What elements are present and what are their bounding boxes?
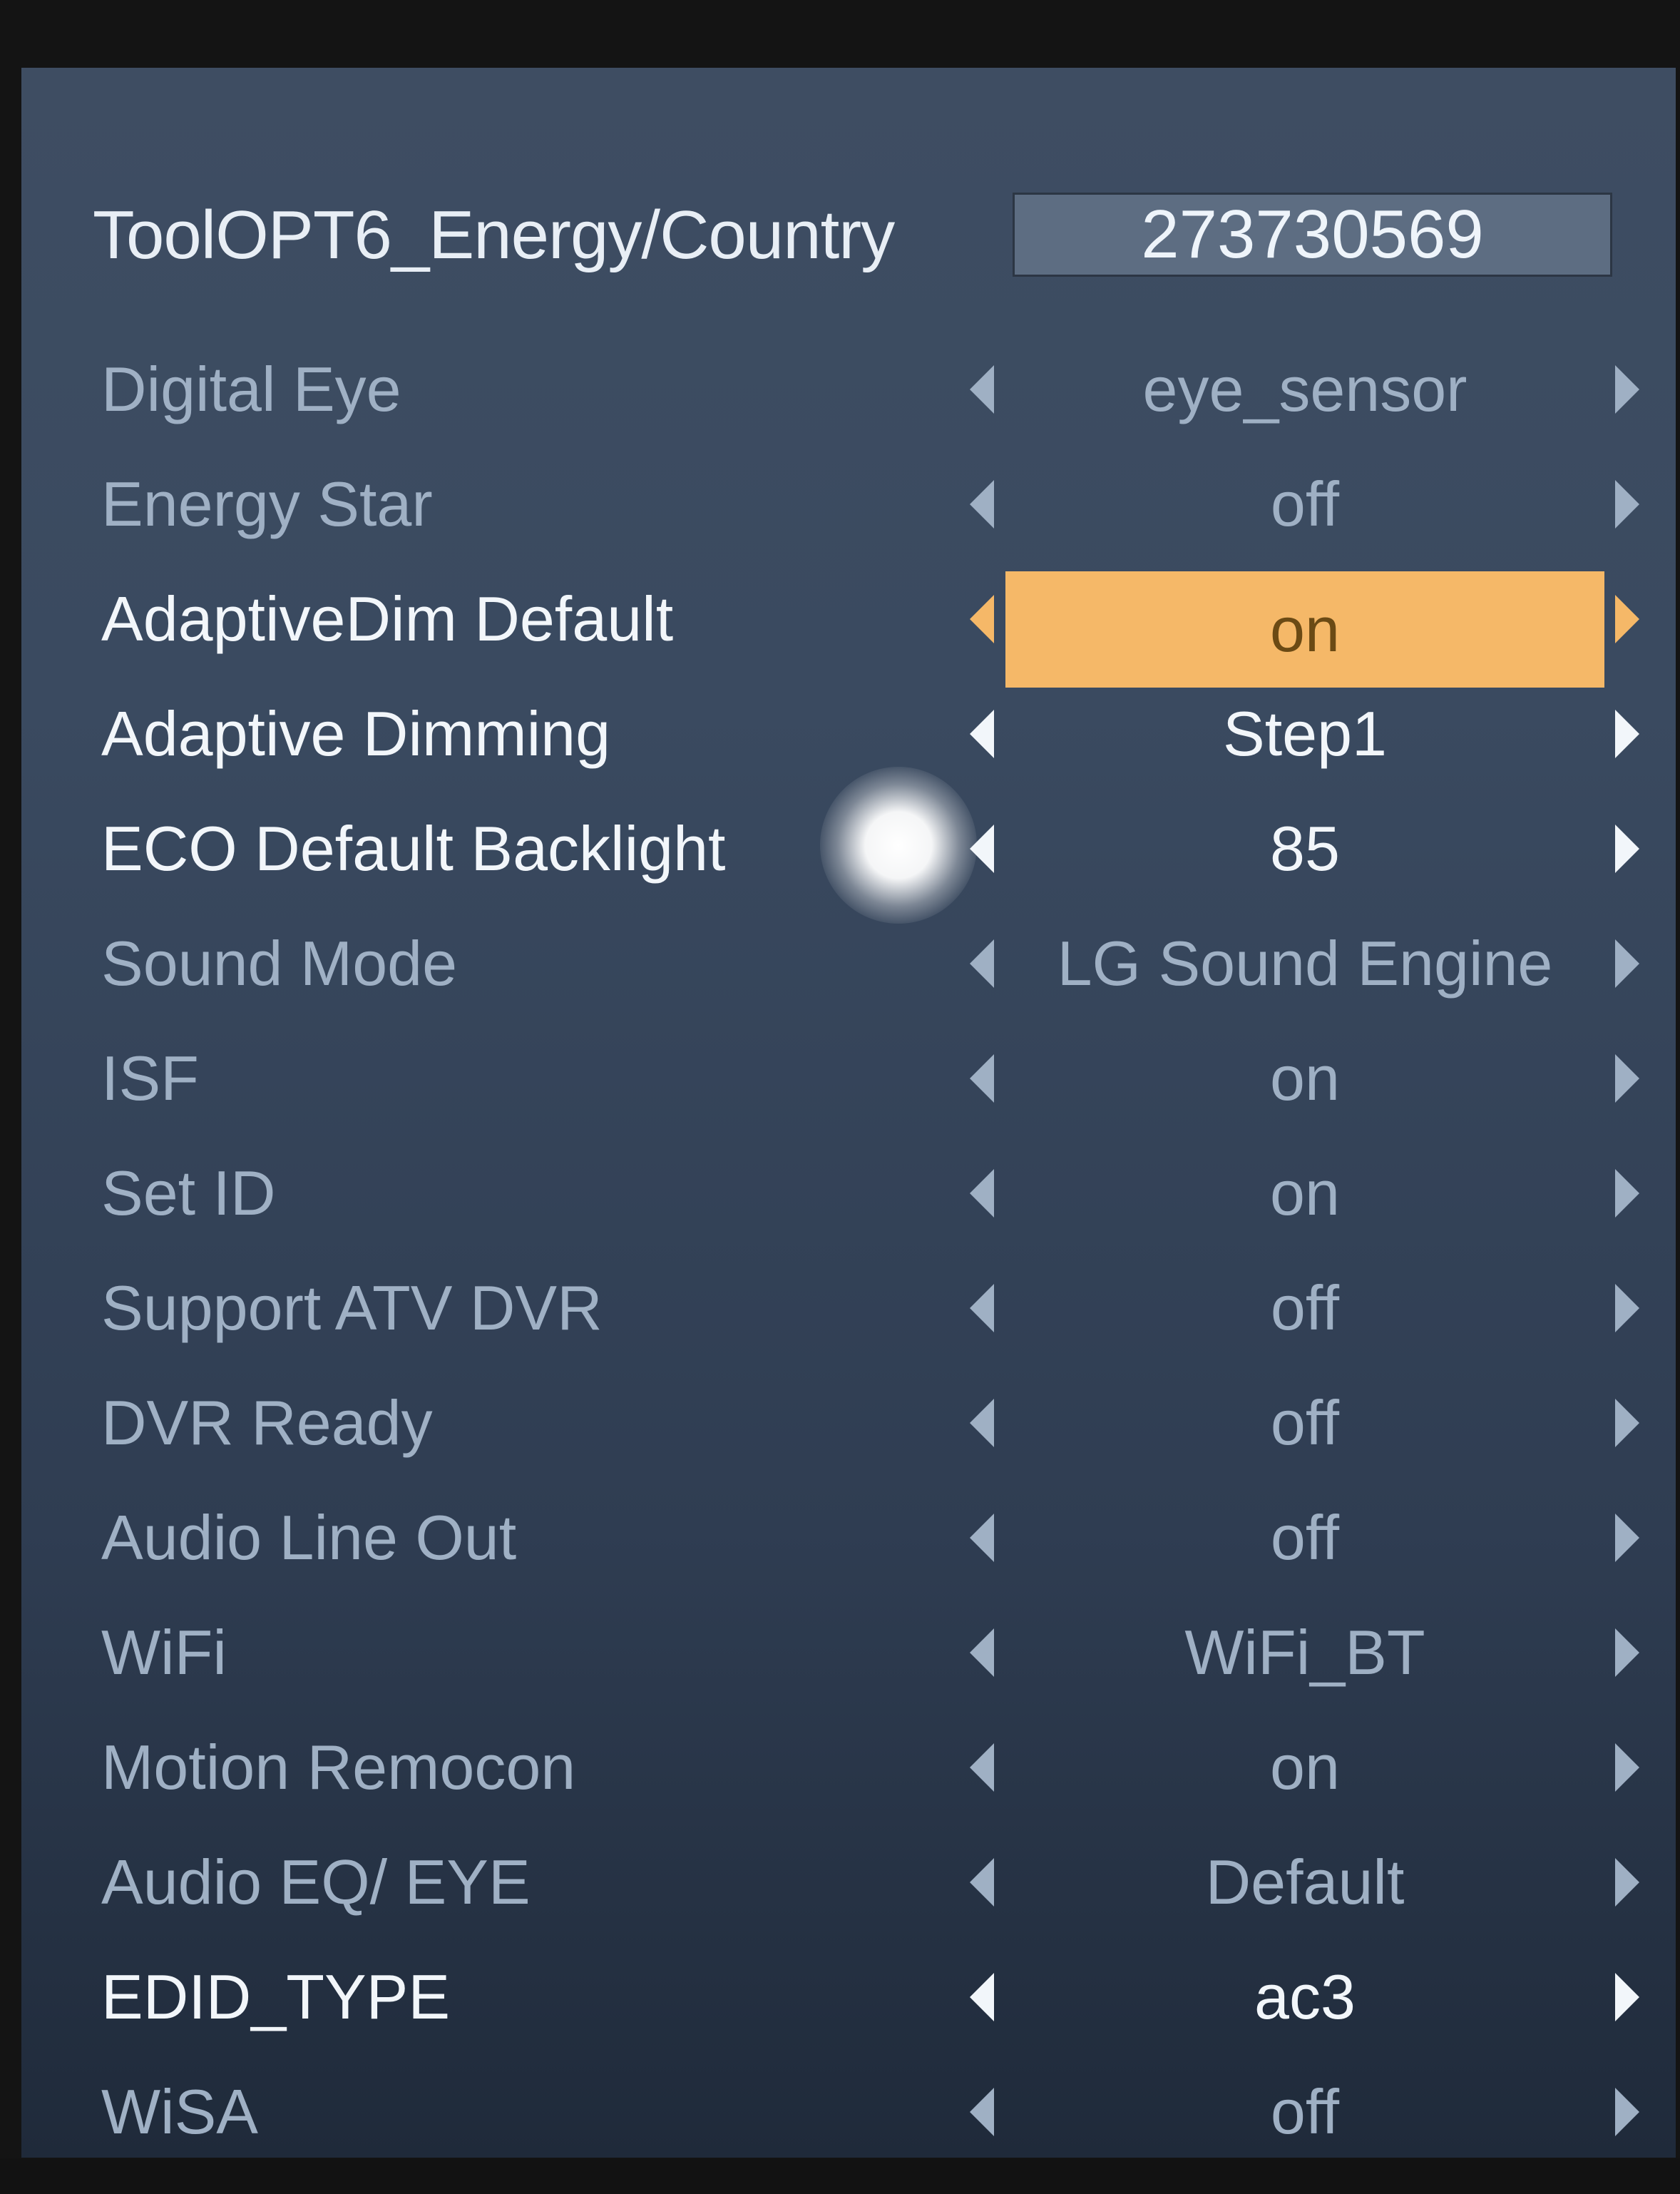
option-label: ECO Default Backlight bbox=[101, 813, 726, 884]
arrow-right-icon[interactable] bbox=[1615, 1168, 1639, 1218]
option-label: WiSA bbox=[101, 2076, 258, 2147]
arrow-left-icon[interactable] bbox=[970, 1972, 994, 2021]
arrow-right-icon[interactable] bbox=[1615, 1513, 1639, 1562]
arrow-left-icon[interactable] bbox=[970, 1857, 994, 1907]
option-row[interactable]: Support ATV DVR off bbox=[21, 1250, 1676, 1365]
tool-option-title: ToolOPT6_Energy/Country bbox=[93, 197, 895, 273]
option-row[interactable]: Audio EQ/ EYE Default bbox=[21, 1825, 1676, 1939]
option-value[interactable]: on bbox=[1005, 1136, 1604, 1250]
option-label: Motion Remocon bbox=[101, 1732, 576, 1802]
option-label: Sound Mode bbox=[101, 928, 458, 999]
arrow-left-icon[interactable] bbox=[970, 1628, 994, 1677]
option-value[interactable]: off bbox=[1005, 1250, 1604, 1365]
option-value[interactable]: on bbox=[1005, 1710, 1604, 1825]
arrow-left-icon[interactable] bbox=[970, 2087, 994, 2136]
option-label: Audio Line Out bbox=[101, 1502, 517, 1573]
arrow-left-icon[interactable] bbox=[970, 824, 994, 873]
option-row[interactable]: Set ID on bbox=[21, 1136, 1676, 1250]
tool-option-code-field[interactable]: 273730569 bbox=[1013, 193, 1612, 277]
option-value[interactable]: Step1 bbox=[1005, 676, 1604, 791]
option-value[interactable]: off bbox=[1005, 1480, 1604, 1595]
arrow-left-icon[interactable] bbox=[970, 1743, 994, 1792]
arrow-right-icon[interactable] bbox=[1615, 1398, 1639, 1447]
option-label: Support ATV DVR bbox=[101, 1272, 603, 1343]
option-value[interactable]: ac3 bbox=[1005, 1939, 1604, 2054]
option-value[interactable]: Default bbox=[1005, 1825, 1604, 1939]
option-row[interactable]: EDID_TYPE ac3 bbox=[21, 1939, 1676, 2054]
option-value[interactable]: WiFi_BT bbox=[1005, 1595, 1604, 1710]
arrow-right-icon[interactable] bbox=[1615, 1743, 1639, 1792]
option-row[interactable]: Energy Star off bbox=[21, 447, 1676, 561]
option-row[interactable]: Audio Line Out off bbox=[21, 1480, 1676, 1595]
arrow-left-icon[interactable] bbox=[970, 1168, 994, 1218]
arrow-right-icon[interactable] bbox=[1615, 824, 1639, 873]
option-value[interactable]: off bbox=[1005, 1365, 1604, 1480]
arrow-right-icon[interactable] bbox=[1615, 1053, 1639, 1103]
option-row[interactable]: Motion Remocon on bbox=[21, 1710, 1676, 1825]
arrow-left-icon[interactable] bbox=[970, 1283, 994, 1332]
arrow-right-icon[interactable] bbox=[1615, 2087, 1639, 2136]
arrow-left-icon[interactable] bbox=[970, 1053, 994, 1103]
arrow-right-icon[interactable] bbox=[1615, 364, 1639, 414]
arrow-right-icon[interactable] bbox=[1615, 939, 1639, 988]
option-label: DVR Ready bbox=[101, 1387, 433, 1458]
arrow-left-icon[interactable] bbox=[970, 594, 994, 643]
option-row[interactable]: ECO Default Backlight 85 bbox=[21, 791, 1676, 906]
option-row[interactable]: Sound Mode LG Sound Engine bbox=[21, 906, 1676, 1021]
arrow-left-icon[interactable] bbox=[970, 939, 994, 988]
arrow-right-icon[interactable] bbox=[1615, 1857, 1639, 1907]
arrow-right-icon[interactable] bbox=[1615, 1283, 1639, 1332]
option-value[interactable]: on bbox=[1005, 571, 1604, 688]
option-value[interactable]: off bbox=[1005, 447, 1604, 561]
option-label: Adaptive Dimming bbox=[101, 698, 611, 769]
option-row[interactable]: DVR Ready off bbox=[21, 1365, 1676, 1480]
arrow-left-icon[interactable] bbox=[970, 479, 994, 529]
arrow-right-icon[interactable] bbox=[1615, 479, 1639, 529]
option-value[interactable]: off bbox=[1005, 2054, 1604, 2169]
option-label: EDID_TYPE bbox=[101, 1961, 451, 2032]
tool-option-header: ToolOPT6_Energy/Country 273730569 bbox=[93, 189, 1612, 282]
option-label: Digital Eye bbox=[101, 354, 401, 424]
arrow-left-icon[interactable] bbox=[970, 1398, 994, 1447]
option-row[interactable]: WiFi WiFi_BT bbox=[21, 1595, 1676, 1710]
tv-screen: ToolOPT6_Energy/Country 273730569 Digita… bbox=[21, 68, 1676, 2158]
arrow-left-icon[interactable] bbox=[970, 1513, 994, 1562]
option-row[interactable]: Adaptive Dimming Step1 bbox=[21, 676, 1676, 791]
option-label: Set ID bbox=[101, 1158, 276, 1228]
arrow-right-icon[interactable] bbox=[1615, 1972, 1639, 2021]
option-label: AdaptiveDim Default bbox=[101, 583, 674, 654]
option-row[interactable]: Digital Eye eye_sensor bbox=[21, 332, 1676, 447]
arrow-right-icon[interactable] bbox=[1615, 709, 1639, 758]
option-value[interactable]: eye_sensor bbox=[1005, 332, 1604, 447]
option-row[interactable]: ISF on bbox=[21, 1021, 1676, 1136]
option-row[interactable]: WiSA off bbox=[21, 2054, 1676, 2169]
option-list: Digital Eye eye_sensor Energy Star off Adapt… bbox=[21, 332, 1676, 2169]
arrow-left-icon[interactable] bbox=[970, 709, 994, 758]
tv-bezel bbox=[0, 2158, 1680, 2194]
option-value[interactable]: on bbox=[1005, 1021, 1604, 1136]
arrow-right-icon[interactable] bbox=[1615, 1628, 1639, 1677]
arrow-right-icon[interactable] bbox=[1615, 594, 1639, 643]
option-label: Energy Star bbox=[101, 469, 433, 539]
option-value[interactable]: LG Sound Engine bbox=[1005, 906, 1604, 1021]
option-label: WiFi bbox=[101, 1617, 227, 1688]
arrow-left-icon[interactable] bbox=[970, 364, 994, 414]
option-label: ISF bbox=[101, 1043, 199, 1113]
option-value[interactable]: 85 bbox=[1005, 791, 1604, 906]
option-label: Audio EQ/ EYE bbox=[101, 1847, 531, 1917]
option-row[interactable]: AdaptiveDim Default on bbox=[21, 561, 1676, 688]
